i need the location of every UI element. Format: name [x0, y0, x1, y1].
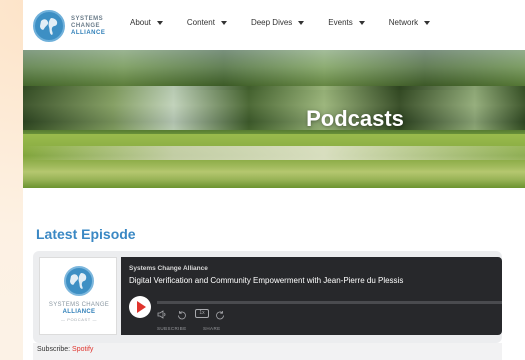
nav-item-network[interactable]: Network: [388, 18, 431, 27]
site-logo[interactable]: SYSTEMS CHANGE ALLIANCE: [33, 10, 105, 42]
share-link[interactable]: SHARE: [203, 326, 221, 331]
subscribe-link[interactable]: SUBSCRIBE: [157, 326, 187, 331]
nav-item-content[interactable]: Content: [187, 18, 227, 27]
nav-item-about[interactable]: About: [130, 18, 163, 27]
nav-item-deep-dives[interactable]: Deep Dives: [250, 18, 305, 27]
nav-label: Content: [186, 18, 215, 27]
chevron-down-icon: [424, 20, 431, 25]
globe-icon: [33, 10, 65, 42]
hero-banner: Podcasts: [23, 50, 525, 188]
forward-30-icon[interactable]: [215, 310, 225, 322]
logo-wordmark: SYSTEMS CHANGE ALLIANCE: [71, 16, 105, 37]
artwork-text: — PODCAST —: [60, 317, 98, 322]
chevron-down-icon: [358, 20, 365, 25]
episode-title: Digital Verification and Community Empow…: [129, 276, 404, 285]
chevron-down-icon: [298, 20, 305, 25]
podcast-player: SYSTEMS CHANGE ALLIANCE — PODCAST — Syst…: [33, 251, 502, 343]
hero-trees: [23, 50, 525, 90]
hero-path: [23, 146, 525, 160]
logo-line: CHANGE: [71, 22, 101, 29]
nav-label: About: [130, 18, 151, 27]
chevron-down-icon: [220, 20, 227, 25]
artwork-text: SYSTEMS CHANGE: [48, 302, 110, 308]
speaker-icon[interactable]: [157, 310, 167, 321]
subscribe-text: Subscribe: Spotify: [37, 346, 93, 353]
spotify-link[interactable]: Spotify: [72, 346, 93, 353]
subscribe-bar: Subscribe: Spotify: [33, 343, 502, 360]
logo-line: ALLIANCE: [71, 29, 106, 36]
artwork-text: ALLIANCE: [62, 309, 96, 315]
section-title: Latest Episode: [36, 226, 136, 242]
progress-bar[interactable]: [157, 301, 502, 304]
play-icon: [137, 301, 146, 313]
rewind-15-icon[interactable]: [177, 310, 187, 322]
site-header: SYSTEMS CHANGE ALLIANCE About Content De…: [23, 0, 525, 50]
nav-label: Network: [388, 18, 419, 27]
nav-label: Events: [328, 18, 353, 27]
nav-item-events[interactable]: Events: [328, 18, 365, 27]
globe-icon: [64, 266, 94, 296]
play-button[interactable]: [129, 296, 151, 318]
page-title: Podcasts: [306, 106, 404, 131]
player-controls-panel: Systems Change Alliance Digital Verifica…: [121, 257, 502, 335]
main-nav: About Content Deep Dives Events Network: [130, 18, 454, 27]
page: SYSTEMS CHANGE ALLIANCE About Content De…: [23, 0, 525, 360]
show-name: Systems Change Alliance: [129, 265, 208, 272]
hero-moss: [23, 134, 525, 188]
logo-line: SYSTEMS: [71, 15, 104, 22]
subscribe-prefix: Subscribe:: [37, 346, 73, 353]
podcast-artwork: SYSTEMS CHANGE ALLIANCE — PODCAST —: [39, 257, 117, 335]
playback-speed-button[interactable]: 1x: [195, 309, 209, 318]
nav-label: Deep Dives: [250, 18, 293, 27]
chevron-down-icon: [156, 20, 163, 25]
